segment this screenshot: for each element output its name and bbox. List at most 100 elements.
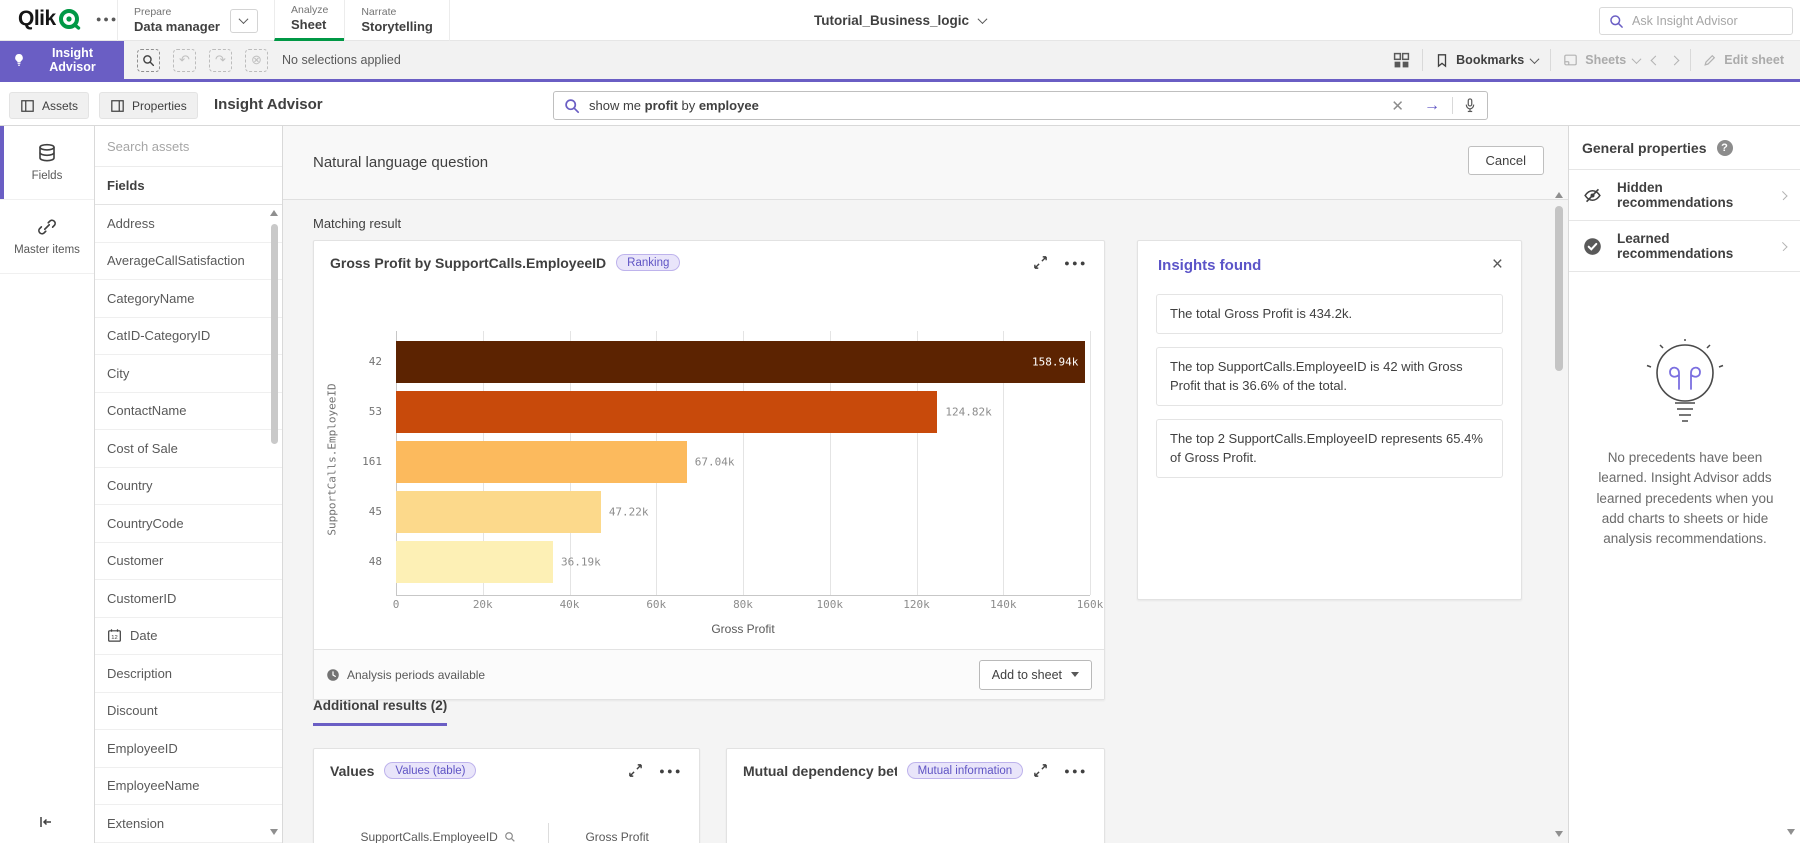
clear-selections-icon[interactable]: ⊗ [245,49,268,72]
cancel-button[interactable]: Cancel [1468,146,1544,175]
scroll-up-icon[interactable] [270,210,278,216]
field-item-customerid[interactable]: CustomerID [95,580,282,618]
previous-sheet-icon[interactable] [1651,55,1661,65]
field-item-cost-of-sale[interactable]: Cost of Sale [95,430,282,468]
ask-insight-advisor-input[interactable]: Ask Insight Advisor [1599,7,1793,35]
insight-item[interactable]: The top SupportCalls.EmployeeID is 42 wi… [1156,347,1503,406]
scroll-down-icon[interactable] [1787,829,1795,835]
assets-panel-toggle[interactable]: Assets [9,92,89,119]
nav-tab-data-manager[interactable]: PrepareData manager [117,0,275,41]
bar-42[interactable]: 158.94k [396,341,1085,383]
toolbar-right-group: Bookmarks Sheets Edit sheet [1393,49,1800,71]
bar-48[interactable]: 36.19k [396,541,553,583]
row-label: Learned recommendations [1617,231,1765,261]
app-title-dropdown[interactable]: Tutorial_Business_logic [814,0,986,41]
microphone-icon[interactable] [1452,97,1477,114]
help-icon[interactable]: ? [1717,140,1733,156]
app-title: Tutorial_Business_logic [814,13,969,28]
more-options-icon[interactable]: ●●● [659,766,683,776]
fields-scrollbar[interactable] [270,210,279,835]
expand-icon[interactable] [1033,255,1048,270]
bookmark-icon [1435,53,1449,68]
more-options-icon[interactable]: ●●● [1064,766,1088,776]
app-overview-icon[interactable] [1393,52,1410,69]
properties-panel: General properties ? Hidden recommendati… [1568,126,1800,843]
results-scroll-area: Matching result Gross Profit by SupportC… [283,200,1568,843]
scroll-up-icon[interactable] [1555,192,1563,198]
close-icon[interactable]: × [1492,257,1503,273]
field-item-averagecallsatisfaction[interactable]: AverageCallSatisfaction [95,243,282,281]
nav-tab-storytelling[interactable]: NarrateStorytelling [344,0,450,41]
calendar-icon: 12 [107,628,122,643]
selections-status: No selections applied [282,53,401,67]
more-options-icon[interactable]: ●●● [1064,258,1088,268]
field-item-employeeid[interactable]: EmployeeID [95,730,282,768]
field-item-description[interactable]: Description [95,655,282,693]
field-item-customer[interactable]: Customer [95,543,282,581]
field-item-extension[interactable]: Extension [95,805,282,843]
expand-icon[interactable] [1033,763,1048,778]
field-item-employeename[interactable]: EmployeeName [95,768,282,806]
table-column-header[interactable]: SupportCalls.EmployeeID [328,823,549,843]
submit-query-icon[interactable]: → [1414,97,1450,115]
collapse-panel-icon[interactable] [38,815,54,829]
properties-label: Properties [132,99,187,113]
nlq-title: Natural language question [313,154,488,171]
rail-item-fields[interactable]: Fields [0,126,94,200]
sheets-dropdown[interactable]: Sheets [1563,53,1640,67]
caret-down-icon [1071,672,1079,677]
table-column-header[interactable]: Gross Profit [549,823,685,843]
insight-advisor-button[interactable]: Insight Advisor [0,41,124,79]
fields-list-header: Fields [95,167,282,205]
field-item-address[interactable]: Address [95,205,282,243]
x-tick-label: 120k [903,598,930,611]
values-table-header: SupportCalls.EmployeeID Gross Profit [328,823,685,843]
scroll-down-icon[interactable] [1555,831,1563,837]
step-back-icon[interactable]: ↶ [173,49,196,72]
smart-search-icon[interactable] [137,49,160,72]
scrollbar-thumb[interactable] [271,224,278,444]
values-table-badge: Values (table) [384,762,476,779]
next-sheet-icon[interactable] [1670,55,1680,65]
main-scrollbar[interactable] [1553,192,1565,837]
bar-161[interactable]: 67.04k [396,441,687,483]
field-item-categoryname[interactable]: CategoryName [95,280,282,318]
field-item-date[interactable]: 12Date [95,618,282,656]
step-forward-icon[interactable]: ↷ [209,49,232,72]
row-hidden-recommendations[interactable]: Hidden recommendations [1569,170,1800,221]
bookmarks-dropdown[interactable]: Bookmarks [1435,53,1538,68]
field-item-countrycode[interactable]: CountryCode [95,505,282,543]
edit-sheet-button[interactable]: Edit sheet [1703,53,1784,67]
insight-item[interactable]: The top 2 SupportCalls.EmployeeID repres… [1156,419,1503,478]
database-icon [37,143,57,163]
add-to-sheet-button[interactable]: Add to sheet [979,660,1092,690]
clear-query-icon[interactable]: ✕ [1381,97,1414,115]
nav-tab-sheet[interactable]: AnalyzeSheet [274,0,345,41]
search-icon[interactable] [504,831,516,843]
nlq-search-input[interactable]: show me profit by employee ✕ → [553,91,1488,120]
chart-title: Gross Profit by SupportCalls.EmployeeID [330,255,606,271]
field-item-discount[interactable]: Discount [95,693,282,731]
field-item-city[interactable]: City [95,355,282,393]
ask-input-placeholder: Ask Insight Advisor [1632,14,1738,28]
chevron-down-icon [1632,54,1642,64]
field-item-country[interactable]: Country [95,468,282,506]
mutual-dependency-card: Mutual dependency bet... Mutual informat… [726,748,1105,843]
scroll-down-icon[interactable] [270,829,278,835]
field-item-contactname[interactable]: ContactName [95,393,282,431]
x-tick-label: 20k [473,598,493,611]
global-menu-icon[interactable]: ●●● [96,14,118,24]
search-assets-input[interactable]: Search assets [95,126,282,167]
row-learned-recommendations[interactable]: Learned recommendations [1569,221,1800,272]
bar-53[interactable]: 124.82k [396,391,937,433]
rail-item-master-items[interactable]: Master items [0,200,94,274]
nav-tab-dropdown-button[interactable] [230,9,258,33]
field-item-catid-categoryid[interactable]: CatID-CategoryID [95,318,282,356]
scrollbar-thumb[interactable] [1555,206,1563,371]
bar-45[interactable]: 47.22k [396,491,601,533]
properties-panel-toggle[interactable]: Properties [99,92,198,119]
insight-item[interactable]: The total Gross Profit is 434.2k. [1156,294,1503,334]
tab-additional-results[interactable]: Additional results (2) [313,698,447,726]
search-icon [564,98,580,114]
expand-icon[interactable] [628,763,643,778]
